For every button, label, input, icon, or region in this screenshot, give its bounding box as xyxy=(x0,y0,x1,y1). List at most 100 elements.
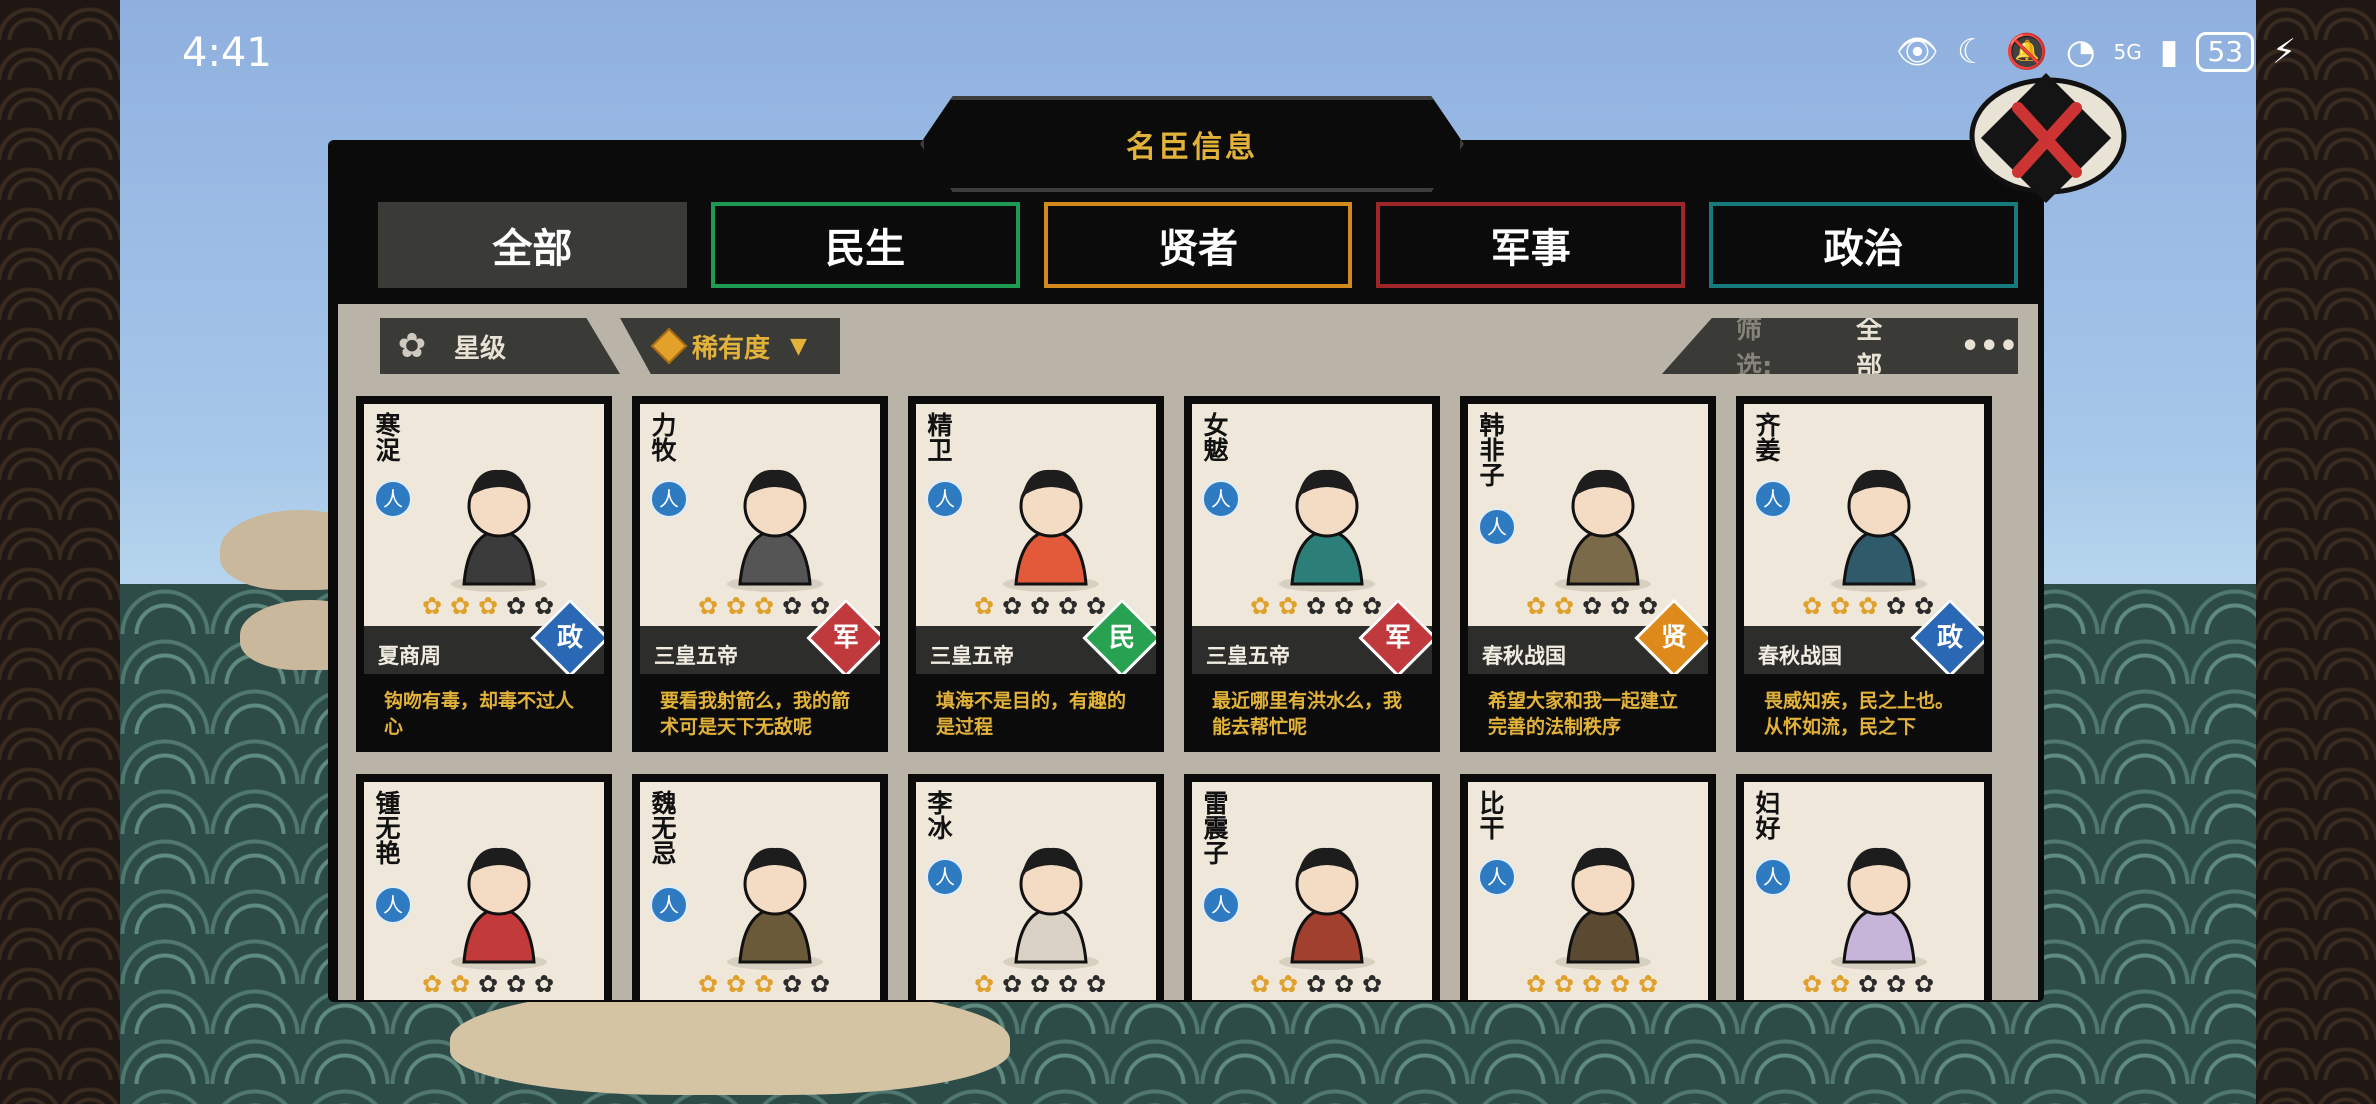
star-icon: ✿ xyxy=(1277,970,1299,998)
star-icon: ✿ xyxy=(697,970,719,998)
star-rating: ✿ ✿ ✿ ✿ ✿ xyxy=(420,594,556,618)
rarity-sort-button[interactable]: 稀有度 ▼ xyxy=(620,318,840,374)
minister-era: 春秋战国 xyxy=(1482,644,1566,668)
category-tabs: 全部 民生 贤者 军事 政治 xyxy=(378,202,2018,292)
star-icon: ✿ xyxy=(1885,970,1907,998)
minister-name: 魏无忌 xyxy=(648,790,677,865)
category-label: 贤 xyxy=(1660,623,1687,653)
star-icon: ✿ xyxy=(1885,592,1907,620)
screen-filter[interactable]: 筛选: 全部 ••• xyxy=(1662,318,2018,374)
minister-card[interactable]: 比干 人 ✿ ✿ ✿ ✿ ✿ xyxy=(1460,774,1716,1000)
star-icon: ✿ xyxy=(781,970,803,998)
star-icon: ✿ xyxy=(697,592,719,620)
tab-military[interactable]: 军事 xyxy=(1376,202,1686,288)
minister-card[interactable]: 齐姜 人 ✿ ✿ ✿ ✿ ✿ 春秋战国 政 畏威知疾，民之上也。从怀如流，民之下 xyxy=(1736,396,1992,752)
card-body: 李冰 人 ✿ ✿ ✿ ✿ ✿ xyxy=(916,782,1156,1000)
person-type-icon: 人 xyxy=(926,480,964,518)
diamond-icon xyxy=(650,327,688,365)
star-icon: ✿ xyxy=(1305,970,1327,998)
star-icon: ✿ xyxy=(1525,970,1547,998)
minister-card[interactable]: 力牧 人 ✿ ✿ ✿ ✿ ✿ 三皇五帝 军 要看我射箭么，我的箭术可是天下无敌呢 xyxy=(632,396,888,752)
star-icon: ✿ xyxy=(1057,592,1079,620)
minister-quote: 钩吻有毒，却毒不过人心 xyxy=(364,674,604,744)
rarity-sort-label: 稀有度 xyxy=(692,333,771,364)
minister-name: 雷震子 xyxy=(1200,790,1229,865)
minister-portrait xyxy=(727,469,823,592)
card-body: 精卫 人 ✿ ✿ ✿ ✿ ✿ 三皇五帝 民 填海不是目的，有趣的是过程 xyxy=(916,404,1156,744)
star-icon: ✿ xyxy=(1913,970,1935,998)
network-label: 5G xyxy=(2113,40,2142,64)
minister-era: 三皇五帝 xyxy=(654,644,738,668)
star-icon: ✿ xyxy=(1829,592,1851,620)
person-type-icon: 人 xyxy=(1754,858,1792,896)
minister-card[interactable]: 锺无艳 人 ✿ ✿ ✿ ✿ ✿ xyxy=(356,774,612,1000)
minister-name: 女魃 xyxy=(1200,412,1229,462)
star-icon: ✿ xyxy=(1249,970,1271,998)
minister-card[interactable]: 魏无忌 人 ✿ ✿ ✿ ✿ ✿ xyxy=(632,774,888,1000)
card-body: 韩非子 人 ✿ ✿ ✿ ✿ ✿ 春秋战国 贤 希望大家和我一起建立完善的法制秩序 xyxy=(1468,404,1708,744)
star-icon: ✿ xyxy=(477,970,499,998)
screen-filter-label: 筛选: xyxy=(1736,315,1773,382)
star-icon: ✿ xyxy=(1001,970,1023,998)
star-icon: ✿ xyxy=(505,970,527,998)
star-icon: ✿ xyxy=(1305,592,1327,620)
minister-name: 精卫 xyxy=(924,412,953,462)
category-label: 军 xyxy=(1384,623,1411,653)
eye-icon: 👁 xyxy=(1895,32,1940,72)
minister-quote: 要看我射箭么，我的箭术可是天下无敌呢 xyxy=(640,674,880,744)
star-icon: ✿ xyxy=(421,592,443,620)
close-icon xyxy=(1969,72,2127,204)
star-rating: ✿ ✿ ✿ ✿ ✿ xyxy=(1524,594,1660,618)
star-rating: ✿ ✿ ✿ ✿ ✿ xyxy=(1800,972,1936,996)
card-body: 女魃 人 ✿ ✿ ✿ ✿ ✿ 三皇五帝 军 最近哪里有洪水么，我能去帮忙呢 xyxy=(1192,404,1432,744)
star-rating: ✿ ✿ ✿ ✿ ✿ xyxy=(972,594,1108,618)
minister-card[interactable]: 雷震子 人 ✿ ✿ ✿ ✿ ✿ xyxy=(1184,774,1440,1000)
minister-card[interactable]: 韩非子 人 ✿ ✿ ✿ ✿ ✿ 春秋战国 贤 希望大家和我一起建立完善的法制秩序 xyxy=(1460,396,1716,752)
card-list-area[interactable]: ✿ 星级 稀有度 ▼ 筛选: 全部 ••• 寒浞 人 ✿ ✿ ✿ ✿ ✿ 夏商周 政 钩… xyxy=(338,304,2038,1000)
tab-all[interactable]: 全部 xyxy=(378,202,687,288)
minister-card[interactable]: 李冰 人 ✿ ✿ ✿ ✿ ✿ xyxy=(908,774,1164,1000)
minister-portrait xyxy=(451,847,547,970)
star-rating: ✿ ✿ ✿ ✿ ✿ xyxy=(1800,594,1936,618)
minister-portrait xyxy=(1831,847,1927,970)
star-rating: ✿ ✿ ✿ ✿ ✿ xyxy=(1248,972,1384,996)
star-icon: ✿ xyxy=(1829,970,1851,998)
star-sort-label: 星级 xyxy=(454,333,507,364)
minister-card[interactable]: 寒浞 人 ✿ ✿ ✿ ✿ ✿ 夏商周 政 钩吻有毒，却毒不过人心 xyxy=(356,396,612,752)
star-rating: ✿ ✿ ✿ ✿ ✿ xyxy=(420,972,556,996)
minister-card[interactable]: 妇好 人 ✿ ✿ ✿ ✿ ✿ xyxy=(1736,774,1992,1000)
minister-card[interactable]: 女魃 人 ✿ ✿ ✿ ✿ ✿ 三皇五帝 军 最近哪里有洪水么，我能去帮忙呢 xyxy=(1184,396,1440,752)
minister-name: 韩非子 xyxy=(1476,412,1505,487)
minister-quote: 最近哪里有洪水么，我能去帮忙呢 xyxy=(1192,674,1432,744)
minister-era: 三皇五帝 xyxy=(1206,644,1290,668)
minister-portrait xyxy=(1279,469,1375,592)
status-time: 4:41 xyxy=(182,30,272,76)
star-icon: ✿ xyxy=(1001,592,1023,620)
star-icon: ✿ xyxy=(1525,592,1547,620)
close-button[interactable] xyxy=(1964,64,2132,214)
star-sort-button[interactable]: ✿ 星级 xyxy=(380,318,620,374)
minister-portrait xyxy=(1831,469,1927,592)
minister-card[interactable]: 精卫 人 ✿ ✿ ✿ ✿ ✿ 三皇五帝 民 填海不是目的，有趣的是过程 xyxy=(908,396,1164,752)
more-options-icon[interactable]: ••• xyxy=(1960,329,2018,364)
card-body: 力牧 人 ✿ ✿ ✿ ✿ ✿ 三皇五帝 军 要看我射箭么，我的箭术可是天下无敌呢 xyxy=(640,404,880,744)
minister-name: 妇好 xyxy=(1752,790,1781,840)
star-icon: ✿ xyxy=(1029,970,1051,998)
minister-portrait xyxy=(1279,847,1375,970)
star-rating: ✿ ✿ ✿ ✿ ✿ xyxy=(696,594,832,618)
tab-livelihood[interactable]: 民生 xyxy=(710,202,1020,288)
card-body: 妇好 人 ✿ ✿ ✿ ✿ ✿ xyxy=(1744,782,1984,1000)
star-icon: ✿ xyxy=(1857,592,1879,620)
flower-icon: ✿ xyxy=(397,326,427,366)
panel-title: 名臣信息 xyxy=(1126,130,1258,165)
star-icon: ✿ xyxy=(725,970,747,998)
filter-bar: ✿ 星级 稀有度 ▼ 筛选: 全部 ••• xyxy=(372,318,2018,374)
star-icon: ✿ xyxy=(753,592,775,620)
star-icon: ✿ xyxy=(973,970,995,998)
tab-sage[interactable]: 贤者 xyxy=(1043,202,1353,288)
category-label: 政 xyxy=(556,623,583,653)
minister-portrait xyxy=(1555,469,1651,592)
tab-politics[interactable]: 政治 xyxy=(1709,202,2018,288)
screen-filter-value: 全部 xyxy=(1856,315,1883,382)
left-border-pattern xyxy=(0,0,124,1104)
